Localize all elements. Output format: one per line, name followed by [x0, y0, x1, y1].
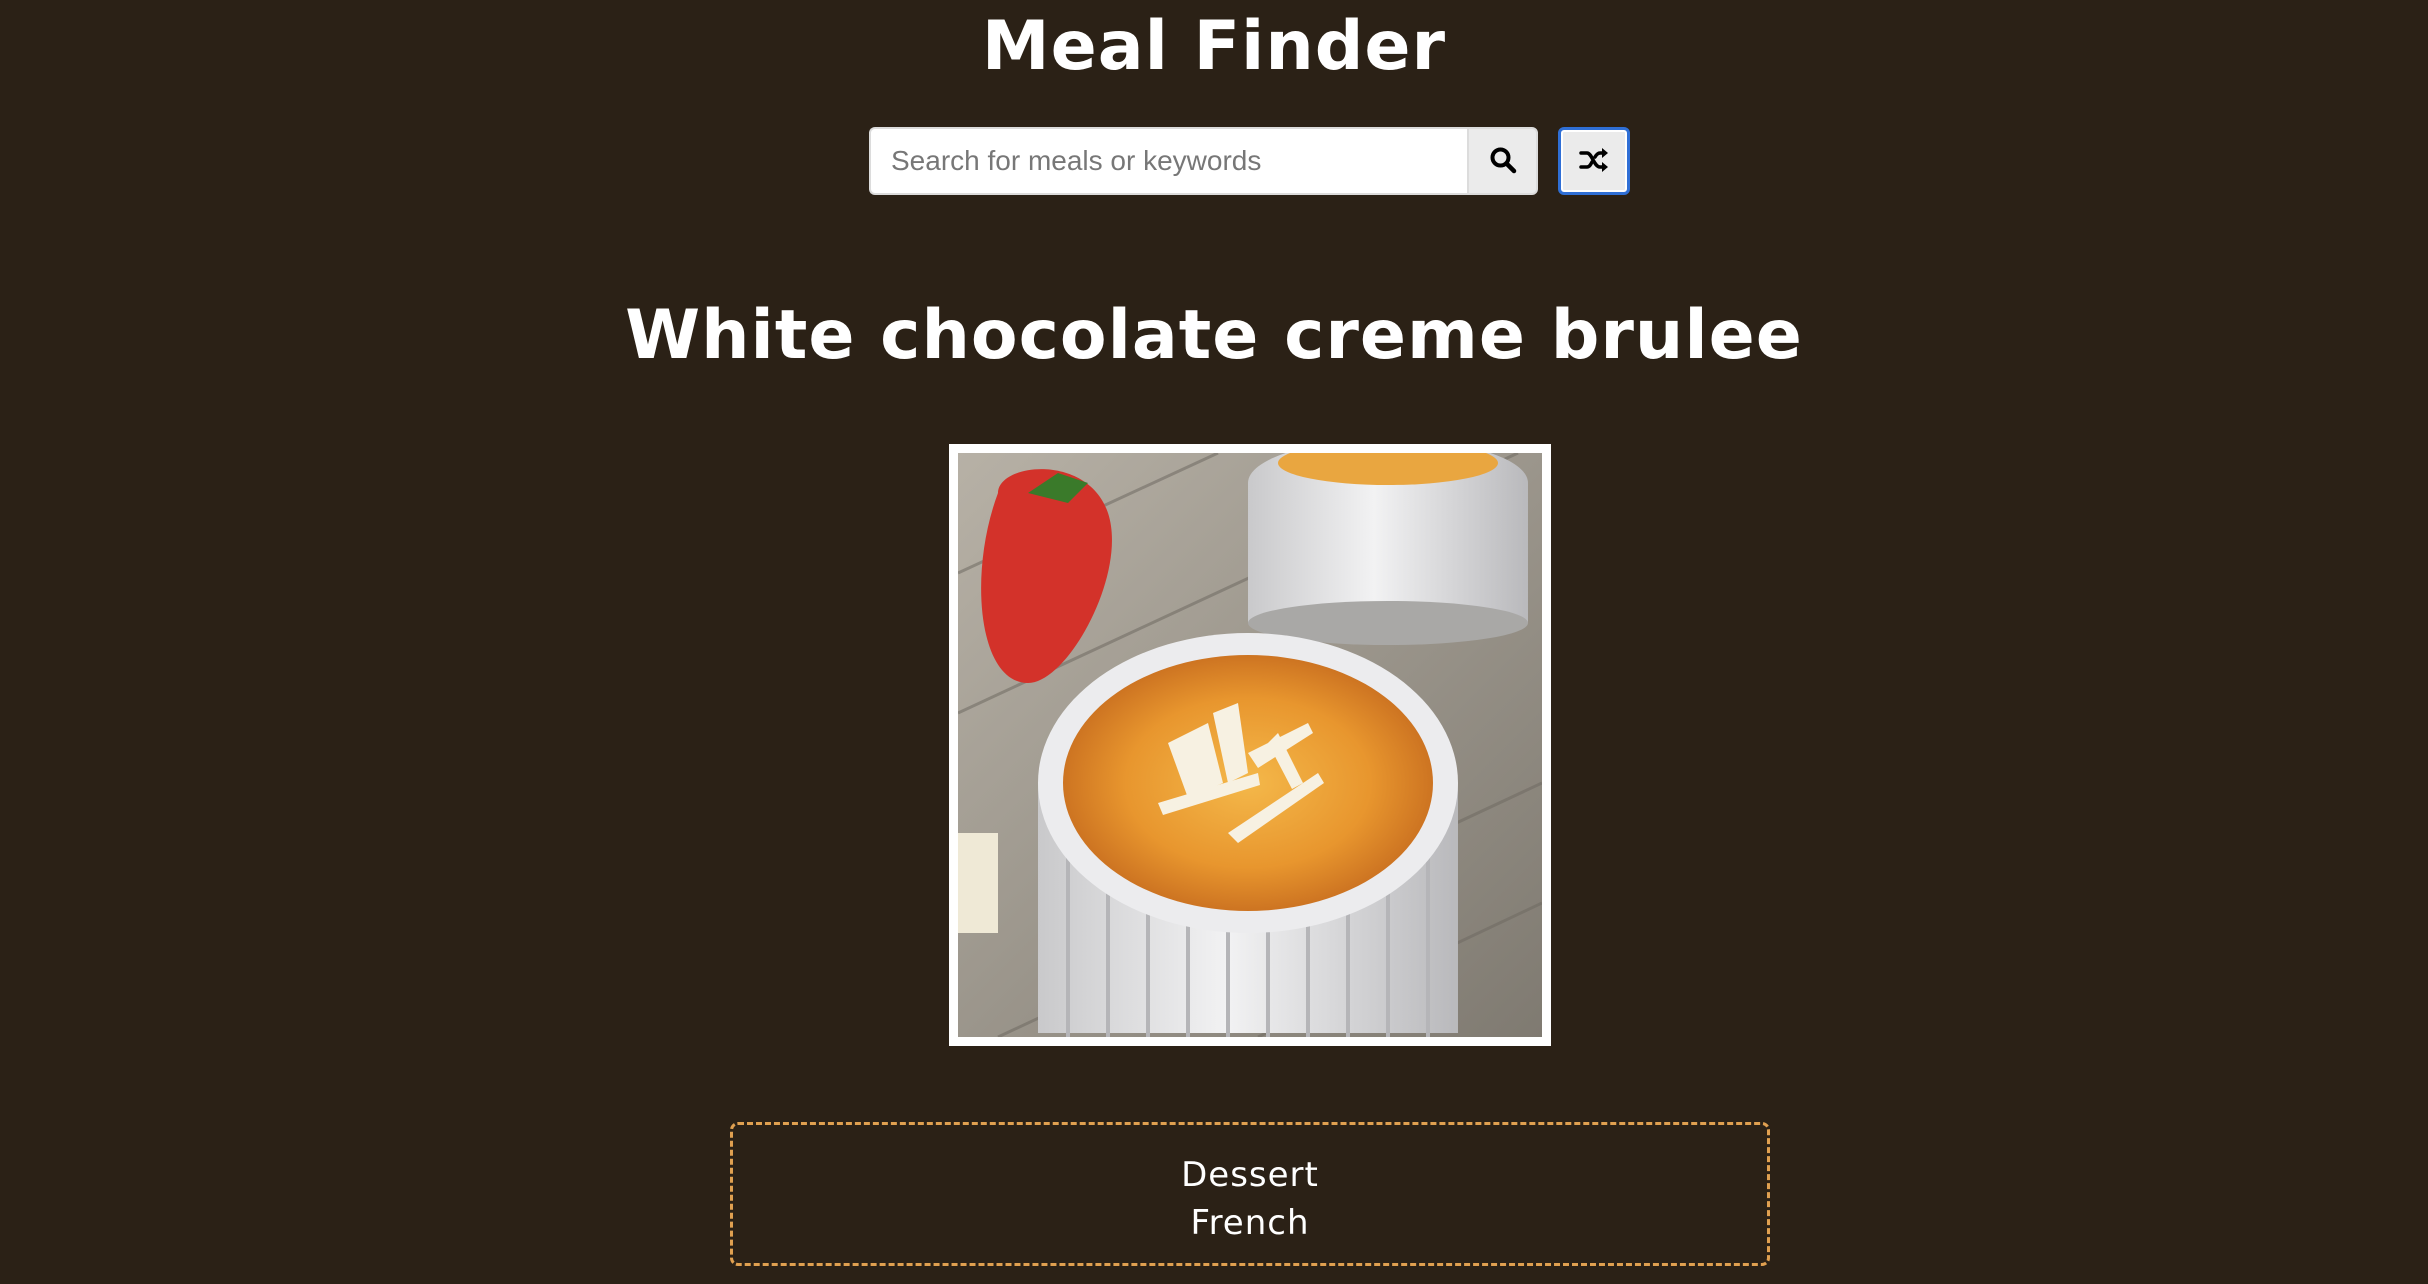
- search-button[interactable]: [1467, 127, 1538, 195]
- app-title: Meal Finder: [981, 7, 1447, 86]
- meal-image[interactable]: [949, 444, 1551, 1046]
- meal-title: White chocolate creme brulee: [625, 296, 1803, 375]
- random-meal-button[interactable]: [1558, 127, 1630, 195]
- search-bar: [869, 127, 1630, 195]
- meal-info: Dessert French: [730, 1122, 1770, 1266]
- meal-area: French: [1190, 1203, 1310, 1243]
- search-icon: [1489, 146, 1517, 177]
- search-input[interactable]: [869, 127, 1467, 195]
- shuffle-icon: [1579, 147, 1609, 176]
- meal-category: Dessert: [1181, 1155, 1319, 1195]
- meal-finder-page: Meal Finder White chocol: [0, 0, 2428, 1284]
- meal-photo: [958, 453, 1542, 1037]
